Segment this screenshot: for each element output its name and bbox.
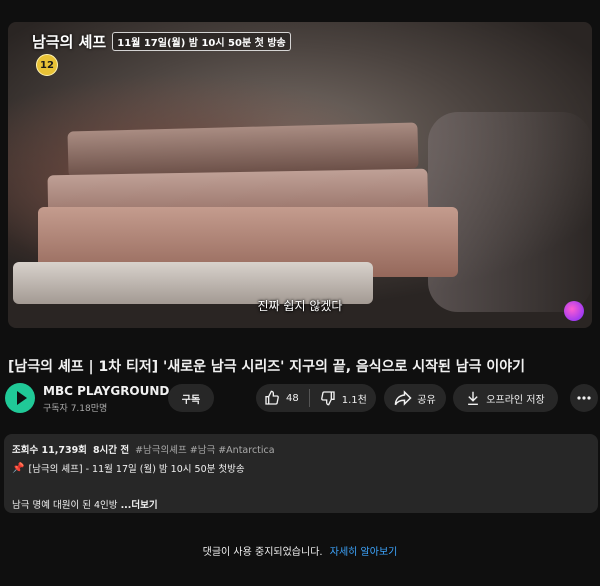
like-divider	[308, 389, 310, 407]
comments-disabled-notice: 댓글이 사용 중지되었습니다. 자세히 알아보기	[0, 543, 600, 558]
video-subtitle: 진짜 쉽지 않겠다	[257, 299, 343, 313]
download-button[interactable]: 오프라인 저장	[453, 384, 558, 412]
pinned-text: [남극의 셰프] - 11월 17일 (월) 밤 10시 50분 첫방송	[28, 464, 245, 475]
video-title: [남극의 셰프 | 1차 티저] '새로운 남극 시리즈' 지구의 끝, 음식으…	[8, 359, 526, 375]
like-dislike-group: 48 1.1천	[256, 384, 376, 412]
view-count: 조회수 11,739회	[12, 445, 87, 456]
channel-watermark-icon	[564, 301, 584, 321]
share-arrow-icon	[394, 390, 412, 406]
subscriber-count: 구독자 7.18만명	[43, 404, 108, 414]
learn-more-link[interactable]: 자세히 알아보기	[330, 547, 398, 558]
description-stats: 조회수 11,739회 8시간 전 #남극의셰프 #남극 #Antarctica	[12, 442, 590, 456]
age-rating-badge: 12	[36, 54, 58, 76]
description-summary: 남극 명예 대원이 된 4인방 ...더보기	[12, 497, 590, 511]
channel-name[interactable]: MBC PLAYGROUND	[43, 384, 169, 398]
channel-avatar[interactable]	[5, 383, 35, 413]
more-actions-button[interactable]	[570, 384, 598, 412]
more-dots-icon	[577, 396, 591, 400]
top-bar	[0, 0, 600, 22]
share-label: 공유	[417, 394, 436, 406]
show-more-link[interactable]: ...더보기	[121, 500, 158, 511]
video-player[interactable]: 남극의 셰프 11월 17일(월) 밤 10시 50분 첫 방송 12 진짜 쉽…	[8, 22, 592, 328]
thumbs-up-icon	[264, 390, 280, 406]
dislike-button[interactable]: 1.1천	[320, 390, 367, 406]
description-box[interactable]: 조회수 11,739회 8시간 전 #남극의셰프 #남극 #Antarctica…	[4, 434, 598, 513]
comments-disabled-text: 댓글이 사용 중지되었습니다.	[202, 547, 323, 558]
dislike-count: 1.1천	[341, 394, 367, 406]
thumbs-down-icon	[320, 390, 336, 406]
hashtags[interactable]: #남극의셰프 #남극 #Antarctica	[135, 442, 275, 456]
summary-text: 남극 명예 대원이 된 4인방	[12, 500, 118, 511]
share-button[interactable]: 공유	[384, 384, 446, 412]
broadcast-title-overlay: 남극의 셰프 11월 17일(월) 밤 10시 50분 첫 방송	[32, 31, 291, 52]
pinned-line: 📌 [남극의 셰프] - 11월 17일 (월) 밤 10시 50분 첫방송	[12, 461, 590, 476]
download-icon	[466, 390, 480, 406]
subscribe-button[interactable]: 구독	[168, 384, 214, 412]
download-label: 오프라인 저장	[486, 394, 545, 406]
posted-time: 8시간 전	[92, 445, 130, 456]
show-logo: 남극의 셰프	[32, 33, 107, 51]
like-count: 48	[286, 392, 299, 404]
play-icon	[16, 391, 27, 405]
pushpin-icon: 📌	[12, 462, 25, 474]
air-date: 11월 17일(월) 밤 10시 50분 첫 방송	[112, 32, 291, 51]
like-button[interactable]: 48	[264, 390, 299, 406]
